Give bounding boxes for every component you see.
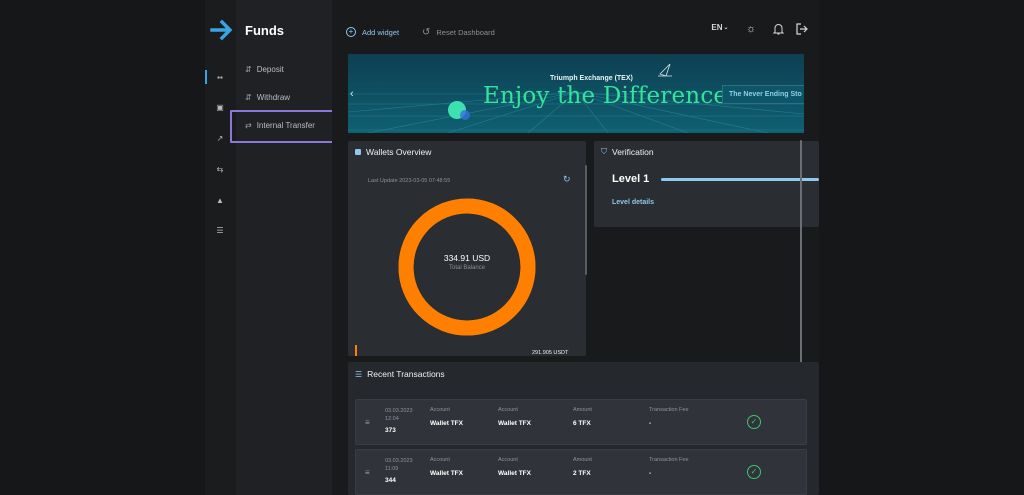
total-balance-value: 334.91 USD: [443, 253, 491, 263]
wallets-scrollbar[interactable]: [585, 165, 587, 275]
language-label: EN: [711, 23, 723, 32]
total-balance-label: Total Balance: [448, 265, 486, 271]
wallets-title: Wallets Overview: [366, 147, 432, 157]
drawer-item-label: Withdraw: [256, 93, 291, 102]
recent-title: Recent Transactions: [367, 369, 445, 379]
tx-id: 344: [385, 477, 396, 484]
tx-account-label: Account: [498, 407, 518, 413]
level-details-link[interactable]: Level details: [612, 199, 654, 206]
theme-toggle-icon[interactable]: ☼: [744, 23, 758, 35]
tx-fee-label: Transaction Fee: [649, 407, 689, 413]
last-update-text: Last Update 2023-03-05 07:48:55: [368, 178, 451, 184]
check-circle-icon: ✓: [747, 465, 761, 479]
banner-title: Enjoy the Difference: [483, 83, 728, 109]
plus-icon: +: [346, 27, 356, 37]
active-indicator: [205, 70, 207, 84]
tx-datetime: 03.03.2023 12:04: [385, 407, 413, 423]
verification-level: Level 1: [612, 173, 650, 185]
deposit-icon: ⇵: [245, 65, 252, 74]
legend-usdt-value: 291.905 USDT: [532, 350, 569, 356]
reset-icon: ↺: [422, 27, 431, 38]
wallets-overview-card: Wallets Overview Last Update 2023-03-05 …: [348, 141, 587, 356]
tx-datetime: 03.03.2023 11:09: [385, 457, 413, 473]
transaction-row[interactable]: ≡ 03.03.2023 12:04 373 Account Wallet TFX…: [355, 399, 807, 445]
tx-account-from: Wallet TFX: [430, 470, 463, 477]
tx-amount: 6 TFX: [573, 420, 591, 427]
reset-dashboard-button[interactable]: ↺ Reset Dashboard: [422, 27, 495, 38]
add-widget-label: Add widget: [362, 27, 400, 37]
user-icon[interactable]: ▲: [213, 193, 227, 207]
shield-icon: ⛉: [601, 147, 607, 156]
logout-icon[interactable]: [795, 23, 809, 35]
tx-time: 11:09: [385, 466, 399, 472]
tx-amount-label: Amount: [573, 457, 592, 463]
highlight-box: [230, 110, 338, 143]
tx-account-label: Account: [430, 407, 450, 413]
chevron-down-icon: ⌄: [723, 25, 729, 31]
tx-id: 373: [385, 427, 396, 434]
drag-handle-icon[interactable]: ≡: [365, 418, 370, 427]
transaction-row[interactable]: ≡ 03.03.2023 11:09 344 Account Wallet TFX…: [355, 449, 807, 495]
legend-marker: [355, 345, 357, 356]
banner-prev-icon[interactable]: ‹: [350, 88, 354, 100]
tx-date: 03.03.2023: [385, 408, 413, 414]
drawer-title: Funds: [245, 23, 284, 38]
tx-date: 03.03.2023: [385, 458, 413, 464]
recent-transactions-card: ☰ Recent Transactions ≡ 03.03.2023 12:04 …: [348, 362, 819, 495]
verification-header: ⛉ Verification: [601, 147, 654, 157]
drag-handle-icon[interactable]: ≡: [365, 468, 370, 477]
history-icon[interactable]: ↻: [563, 175, 572, 184]
tx-account-to: Wallet TFX: [498, 470, 531, 477]
dashboard-main: + Add widget ↺ Reset Dashboard EN ⌄ ☼ ‹ …: [332, 0, 819, 495]
drawer-item-label: Deposit: [256, 65, 284, 74]
verification-card: ⛉ Verification Level 1 Level details: [594, 141, 819, 227]
recent-header: ☰ Recent Transactions: [355, 369, 445, 379]
tx-account-to: Wallet TFX: [498, 420, 531, 427]
exchange-icon[interactable]: ⇆: [213, 162, 227, 176]
verification-title: Verification: [612, 147, 654, 157]
withdraw-icon: ⇵: [245, 93, 252, 102]
add-widget-button[interactable]: + Add widget: [346, 27, 399, 37]
app-window: ▪▪ ▣ ↗ ⇆ ▲ ☰ Funds ⇵ Deposit ⇵ Withdraw …: [205, 0, 819, 495]
bell-icon[interactable]: [771, 23, 785, 35]
icon-rail: ▪▪ ▣ ↗ ⇆ ▲ ☰: [205, 0, 236, 495]
tx-fee: -: [649, 470, 652, 477]
reset-dashboard-label: Reset Dashboard: [436, 28, 495, 37]
tx-account-label: Account: [430, 457, 450, 463]
main-scrollbar[interactable]: [800, 140, 802, 398]
tx-account-label: Account: [498, 457, 518, 463]
drawer-item-deposit[interactable]: ⇵ Deposit: [245, 65, 284, 74]
tx-account-from: Wallet TFX: [430, 420, 463, 427]
tx-fee-label: Transaction Fee: [649, 457, 689, 463]
funds-drawer: Funds ⇵ Deposit ⇵ Withdraw ⇄ Internal Tr…: [236, 0, 332, 495]
wallets-header: Wallets Overview: [355, 147, 431, 157]
list-icon[interactable]: ☰: [213, 223, 227, 237]
level-progress-bar: [661, 178, 819, 181]
banner-subtitle: Triumph Exchange (TEX): [550, 75, 633, 82]
dashboard-icon[interactable]: ▪▪: [213, 70, 227, 84]
banner-slogan: The Never Ending Sto: [722, 85, 804, 104]
tx-time: 12:04: [385, 416, 399, 422]
tx-fee: -: [649, 420, 652, 427]
tx-amount-label: Amount: [573, 407, 592, 413]
tx-amount: 2 TFX: [573, 470, 591, 477]
chart-icon[interactable]: ↗: [213, 131, 227, 145]
list-icon: ☰: [355, 369, 363, 379]
logo-arrow-icon[interactable]: [209, 18, 235, 42]
wallet-icon: [355, 149, 361, 155]
topbar: + Add widget ↺ Reset Dashboard EN ⌄ ☼: [332, 0, 819, 50]
promo-banner[interactable]: ‹ Triumph Exchange (TEX) Enjoy the Diffe…: [348, 54, 804, 133]
wallet-icon[interactable]: ▣: [213, 100, 227, 114]
language-select[interactable]: EN ⌄: [710, 23, 730, 32]
drawer-item-withdraw[interactable]: ⇵ Withdraw: [245, 93, 290, 102]
check-circle-icon: ✓: [747, 415, 761, 429]
